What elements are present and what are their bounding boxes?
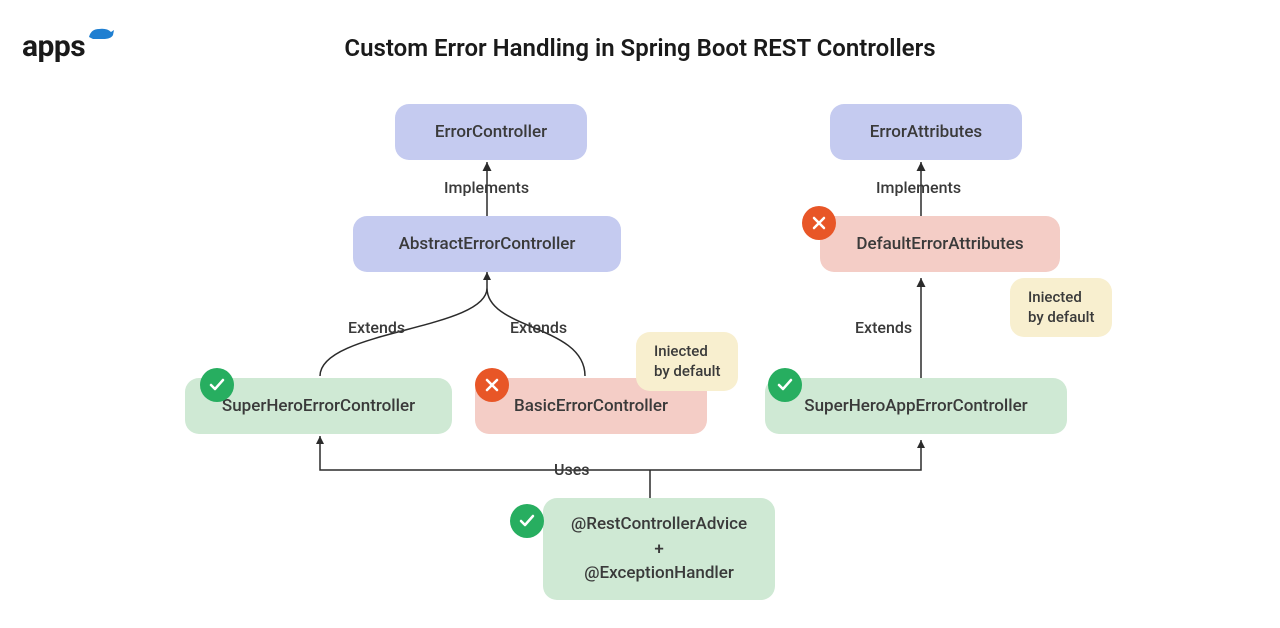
injected-badge: Iniected by default xyxy=(636,332,738,391)
node-abstract-error-controller: AbstractErrorController xyxy=(353,216,621,272)
label-extends: Extends xyxy=(348,318,405,337)
logo-text: apps xyxy=(22,29,85,64)
advice-line2: @ExceptionHandler xyxy=(571,561,747,586)
rhino-icon xyxy=(87,24,115,46)
check-icon xyxy=(200,368,234,402)
node-error-controller: ErrorController xyxy=(395,104,587,160)
injected-line2: by default xyxy=(654,362,720,382)
node-rest-controller-advice: @RestControllerAdvice + @ExceptionHandle… xyxy=(543,498,775,600)
label-implements: Implements xyxy=(444,178,529,197)
page-title: Custom Error Handling in Spring Boot RES… xyxy=(344,34,935,62)
cross-icon xyxy=(802,206,836,240)
node-error-attributes: ErrorAttributes xyxy=(830,104,1022,160)
label-uses: Uses xyxy=(554,460,590,479)
label-implements: Implements xyxy=(876,178,961,197)
injected-line1: Iniected xyxy=(654,342,720,362)
node-superhero-app-error-controller: SuperHeroAppErrorController xyxy=(765,378,1067,434)
advice-line1: @RestControllerAdvice xyxy=(571,512,747,537)
label-extends: Extends xyxy=(855,318,912,337)
logo: apps xyxy=(22,24,115,64)
check-icon xyxy=(510,504,544,538)
check-icon xyxy=(768,368,802,402)
injected-line2: by default xyxy=(1028,308,1094,328)
cross-icon xyxy=(475,368,509,402)
advice-plus: + xyxy=(571,537,747,562)
injected-badge: Iniected by default xyxy=(1010,278,1112,337)
injected-line1: Iniected xyxy=(1028,288,1094,308)
node-default-error-attributes: DefaultErrorAttributes xyxy=(820,216,1060,272)
label-extends: Extends xyxy=(510,318,567,337)
